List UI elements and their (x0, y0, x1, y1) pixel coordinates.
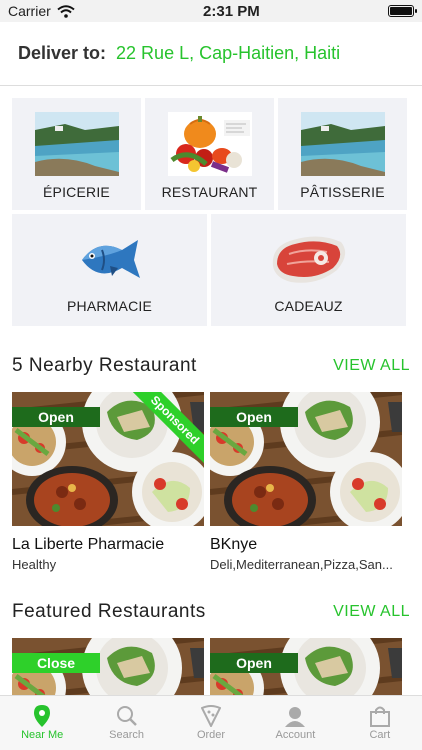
tab-label: Order (196, 729, 226, 741)
category-pharmacie[interactable]: PHARMACIE (12, 214, 207, 326)
nearby-header: 5 Nearby Restaurant VIEW ALL (0, 354, 422, 378)
category-epicerie[interactable]: ÉPICERIE (12, 98, 141, 210)
steak-icon (266, 226, 351, 290)
category-patisserie[interactable]: PÂTISSERIE (278, 98, 407, 210)
category-label: PÂTISSERIE (300, 184, 385, 200)
status-badge: Open (210, 407, 298, 427)
view-all-link[interactable]: VIEW ALL (333, 603, 410, 621)
location-pin-icon (34, 705, 51, 727)
category-restaurant[interactable]: RESTAURANT (145, 98, 274, 210)
view-all-link[interactable]: VIEW ALL (333, 357, 410, 375)
restaurant-card[interactable]: Open BKnye Deli,Mediterranean,Pizza,San.… (210, 392, 402, 572)
restaurant-name: La Liberte Pharmacie (12, 536, 165, 553)
status-badge: Close (12, 653, 100, 673)
pizza-icon (201, 705, 222, 727)
deliver-bar[interactable]: Deliver to: 22 Rue L, Cap-Haitien, Haiti (0, 22, 422, 86)
category-label: ÉPICERIE (43, 184, 110, 200)
category-label: RESTAURANT (161, 184, 258, 200)
beach-photo-icon (34, 112, 119, 176)
user-icon (285, 707, 306, 727)
fish-icon (67, 226, 152, 290)
battery-icon (387, 5, 417, 17)
tab-label: Cart (369, 729, 391, 741)
carrier-label: Carrier (8, 3, 51, 19)
tab-label: Account (275, 729, 316, 741)
beach-photo-icon (300, 112, 385, 176)
vegetables-photo-icon (167, 112, 252, 176)
section-title: 5 Nearby Restaurant (12, 355, 197, 376)
status-left: Carrier (8, 3, 75, 19)
status-badge: Open (210, 653, 298, 673)
restaurant-image: Open Sponsored (12, 392, 204, 526)
delivery-address[interactable]: 22 Rue L, Cap-Haitien, Haiti (116, 43, 340, 64)
wifi-icon (57, 4, 75, 18)
category-cadeauz[interactable]: CADEAUZ (211, 214, 406, 326)
featured-header: Featured Restaurants VIEW ALL (0, 600, 422, 624)
nearby-cards: Open Sponsored La Liberte Pharmacie Heal… (0, 392, 422, 572)
shopping-bag-icon (369, 706, 390, 727)
restaurant-name: BKnye (210, 536, 258, 553)
restaurant-card[interactable]: Open Sponsored La Liberte Pharmacie Heal… (12, 392, 204, 572)
deliver-label: Deliver to: (18, 43, 107, 63)
tab-label: Search (109, 729, 145, 741)
restaurant-image: Open (210, 392, 402, 526)
tab-label: Near Me (21, 729, 64, 741)
tab-cart[interactable]: Cart (338, 696, 422, 750)
category-label: CADEAUZ (274, 298, 343, 314)
tab-near-me[interactable]: Near Me (0, 696, 84, 750)
section-title: Featured Restaurants (12, 601, 206, 622)
category-label: PHARMACIE (66, 298, 153, 314)
status-bar: Carrier 2:31 PM (0, 0, 422, 22)
restaurant-cuisine: Deli,Mediterranean,Pizza,San... (210, 557, 393, 572)
tab-account[interactable]: Account (253, 696, 337, 750)
tab-bar: Near Me Search Order Account Cart (0, 695, 422, 750)
restaurant-cuisine: Healthy (12, 557, 57, 572)
status-time: 2:31 PM (203, 2, 260, 20)
status-badge: Open (12, 407, 100, 427)
tab-search[interactable]: Search (84, 696, 168, 750)
tab-order[interactable]: Order (169, 696, 253, 750)
search-icon (116, 706, 137, 726)
category-grid: ÉPICERIE RESTAURANT PÂTISSERIE PHARMACIE… (0, 86, 422, 326)
